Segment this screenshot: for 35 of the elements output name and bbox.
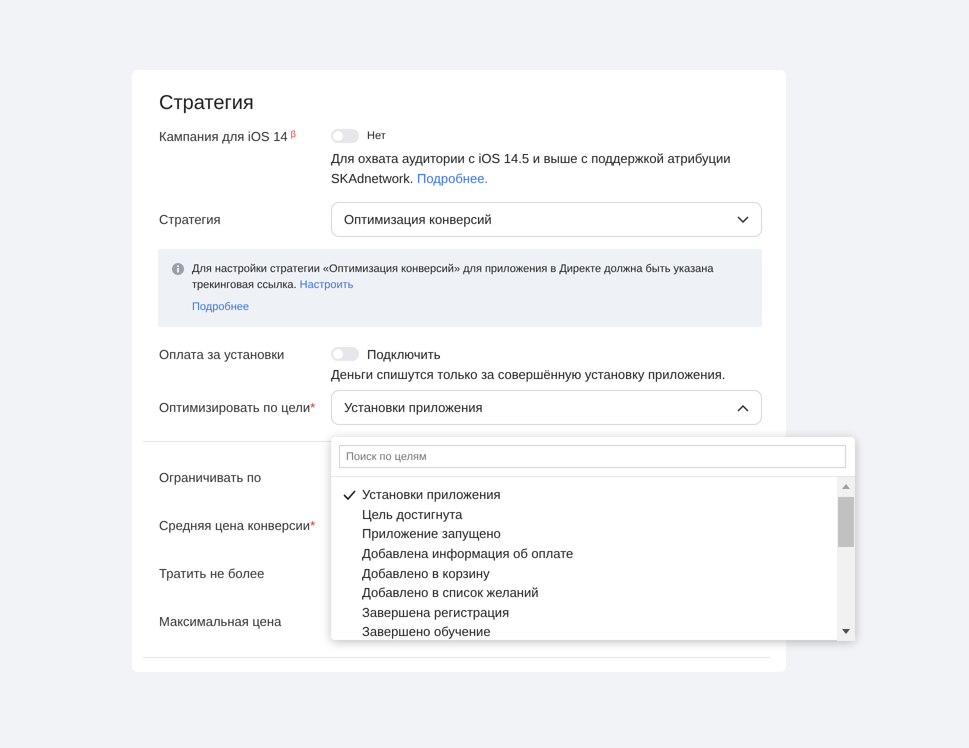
hint-text: Для охвата аудитории с iOS 14.5 и выше с поддержкой атрибуции SKAdnetwork. Подробнее. bbox=[331, 150, 732, 188]
notice-text: Для настройки стратегии «Оптимизация конверсий» для приложения в Директе должна быть указана трекинговая ссылка. Настроить bbox=[192, 262, 714, 293]
field-label: Тратить не более bbox=[159, 566, 264, 580]
setup-link[interactable]: Настроить bbox=[300, 279, 354, 291]
toggle-switch[interactable] bbox=[331, 347, 359, 361]
menu-item[interactable]: Цель достигнута bbox=[331, 504, 837, 524]
strategy-select[interactable]: Оптимизация конверсий bbox=[331, 202, 762, 237]
menu-item[interactable]: Добавлено в корзину bbox=[331, 563, 837, 583]
field-label: Оплата за установки bbox=[159, 347, 284, 362]
menu-item[interactable]: Завершена регистрация bbox=[331, 602, 837, 622]
required-mark: * bbox=[310, 400, 316, 415]
field-label: Максимальная цена bbox=[159, 614, 282, 628]
menu-item[interactable]: Установки приложения bbox=[331, 485, 837, 505]
more-link[interactable]: Подробнее bbox=[192, 301, 250, 313]
toggle-label: Нет bbox=[367, 130, 386, 142]
info-icon bbox=[172, 263, 184, 275]
menu-item[interactable]: Добавлена информация об оплате bbox=[331, 544, 837, 564]
field-label: Стратегия bbox=[159, 212, 221, 227]
field-label: Ограничивать по bbox=[159, 470, 262, 484]
more-link[interactable]: Подробнее. bbox=[417, 171, 488, 186]
field-label: Средняя цена конверсии bbox=[159, 518, 310, 532]
toggle-switch[interactable] bbox=[331, 129, 359, 143]
search-field[interactable]: Поиск по целям bbox=[339, 445, 846, 468]
beta-label: β bbox=[290, 129, 296, 139]
section-title: Стратегия bbox=[159, 92, 255, 115]
required-mark: * bbox=[310, 518, 316, 532]
menu-item[interactable]: Приложение запущено bbox=[331, 524, 837, 544]
toggle-label: Подключить bbox=[367, 346, 441, 362]
menu-item[interactable]: Добавлено в список желаний bbox=[331, 582, 837, 603]
scrollbar[interactable] bbox=[837, 477, 855, 641]
field-label: Кампания для iOS 14 bbox=[159, 129, 288, 144]
menu-item[interactable]: Завершено обучение bbox=[331, 622, 837, 642]
goal-select[interactable]: Установки приложения bbox=[331, 390, 762, 425]
hint-text: Деньги спишутся только за совершённую установку приложения. bbox=[331, 366, 726, 384]
field-label: Оптимизировать по цели bbox=[159, 400, 310, 415]
